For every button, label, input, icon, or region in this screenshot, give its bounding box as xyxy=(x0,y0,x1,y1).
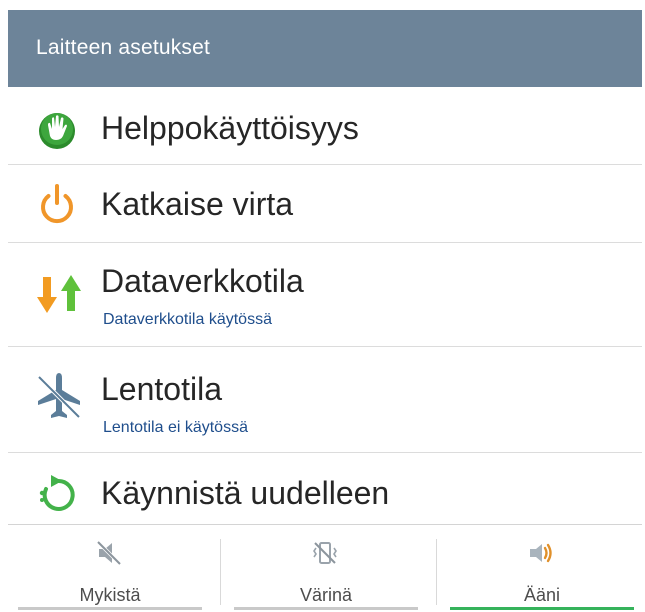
menu-item-restart[interactable]: Käynnistä uudelleen xyxy=(8,453,642,525)
mute-button[interactable]: Mykistä xyxy=(8,533,212,612)
sound-mode-label: Ääni xyxy=(523,585,561,605)
dialog-header: Laitteen asetukset xyxy=(8,10,642,87)
vibrate-button[interactable]: Värinä xyxy=(224,533,428,612)
menu-item-label: Katkaise virta xyxy=(101,186,294,222)
menu-item-data-mode[interactable]: Dataverkkotila Dataverkkotila käytössä xyxy=(8,243,642,347)
speaker-icon xyxy=(527,539,555,567)
menu-item-accessibility[interactable]: Helppokäyttöisyys xyxy=(8,87,642,165)
menu-item-status: Dataverkkotila käytössä xyxy=(103,311,272,328)
sound-mode-label: Mykistä xyxy=(79,585,141,605)
data-arrows-icon xyxy=(36,271,82,317)
mode-indicator-active xyxy=(450,607,634,610)
menu-item-label: Käynnistä uudelleen xyxy=(101,475,390,511)
divider xyxy=(220,539,221,605)
mode-indicator xyxy=(18,607,202,610)
top-strip xyxy=(0,0,645,10)
sound-button[interactable]: Ääni xyxy=(440,533,644,612)
menu-item-label: Dataverkkotila xyxy=(101,263,304,299)
dialog-title: Laitteen asetukset xyxy=(36,36,211,59)
accessibility-hand-icon xyxy=(36,107,82,153)
menu-item-status: Lentotila ei käytössä xyxy=(103,419,248,436)
menu-item-label: Helppokäyttöisyys xyxy=(101,110,359,146)
divider xyxy=(436,539,437,605)
menu-item-airplane-mode[interactable]: Lentotila Lentotila ei käytössä xyxy=(8,347,642,453)
menu-item-power-off[interactable]: Katkaise virta xyxy=(8,165,642,243)
mute-icon xyxy=(95,539,123,567)
menu-item-label: Lentotila xyxy=(101,371,222,407)
device-options-list: Helppokäyttöisyys Katkaise virta Dataver… xyxy=(8,87,642,525)
vibrate-icon xyxy=(311,539,339,567)
restart-icon xyxy=(36,471,82,517)
sound-mode-label: Värinä xyxy=(299,585,353,605)
sound-mode-bar: Mykistä Värinä Ääni xyxy=(8,533,642,612)
mode-indicator xyxy=(234,607,418,610)
power-icon xyxy=(36,181,82,227)
airplane-icon xyxy=(36,371,82,419)
